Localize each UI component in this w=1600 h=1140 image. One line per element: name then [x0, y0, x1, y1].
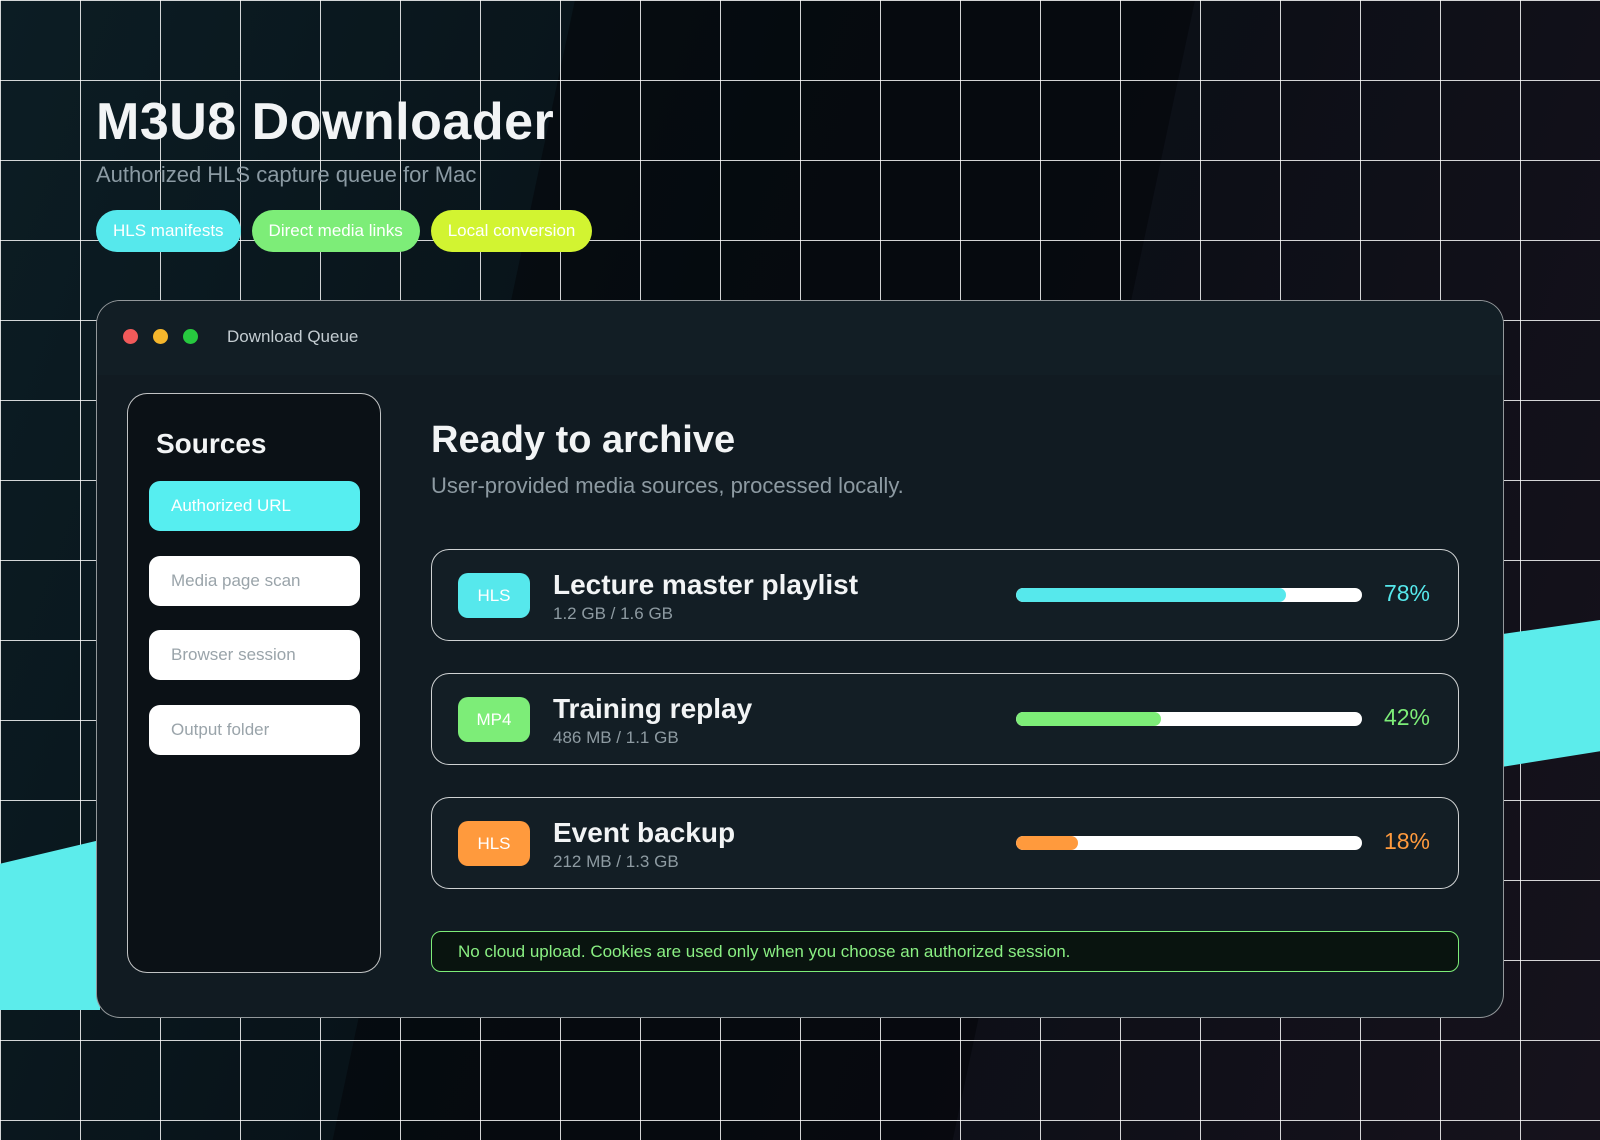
source-media-page-scan-button[interactable]: Media page scan [149, 556, 360, 606]
minimize-window-button[interactable] [153, 329, 168, 344]
privacy-notice: No cloud upload. Cookies are used only w… [431, 931, 1459, 972]
sidebar-heading: Sources [156, 428, 267, 459]
format-badge: HLS [458, 573, 530, 618]
window-title: Download Queue [227, 327, 359, 346]
progress-fill [1016, 836, 1079, 850]
main-title: Ready to archive [431, 419, 736, 461]
progress-percent: 18% [1383, 828, 1430, 854]
close-window-button[interactable] [123, 329, 138, 344]
hero-header: M3U8 Downloader Authorized HLS capture q… [96, 92, 593, 252]
progress-bar [1016, 588, 1362, 602]
download-queue-window: Download Queue Sources Authorized URL Me… [96, 300, 1504, 1018]
download-job-row[interactable]: MP4 Training replay 486 MB / 1.1 GB 42% [431, 673, 1459, 765]
job-name: Event backup [553, 817, 736, 848]
download-job-row[interactable]: HLS Lecture master playlist 1.2 GB / 1.6… [431, 549, 1459, 641]
job-name: Lecture master playlist [553, 569, 859, 600]
window-titlebar: Download Queue [97, 301, 1503, 375]
zoom-window-button[interactable] [183, 329, 198, 344]
app-subtitle: Authorized HLS capture queue for Mac [96, 162, 477, 187]
source-output-folder-button[interactable]: Output folder [149, 705, 360, 755]
download-job-row[interactable]: HLS Event backup 212 MB / 1.3 GB 18% [431, 797, 1459, 889]
chip-hls-manifests: HLS manifests [96, 210, 241, 252]
progress-bar [1016, 836, 1362, 850]
job-size: 1.2 GB / 1.6 GB [553, 604, 674, 623]
source-browser-session-button[interactable]: Browser session [149, 630, 360, 680]
sources-sidebar: Sources Authorized URL Media page scan B… [127, 393, 381, 973]
progress-fill [1016, 712, 1162, 726]
chip-local-conversion: Local conversion [430, 210, 593, 252]
job-size: 486 MB / 1.1 GB [553, 728, 679, 747]
main-subtitle: User-provided media sources, processed l… [431, 473, 904, 498]
source-authorized-url-button[interactable]: Authorized URL [149, 481, 360, 531]
chip-direct-media-links: Direct media links [251, 210, 420, 252]
progress-fill [1016, 588, 1286, 602]
progress-bar [1016, 712, 1362, 726]
progress-percent: 42% [1383, 704, 1430, 730]
app-title: M3U8 Downloader [96, 93, 555, 151]
progress-percent: 78% [1383, 580, 1430, 606]
job-size: 212 MB / 1.3 GB [553, 852, 679, 871]
job-name: Training replay [553, 693, 753, 724]
background-accent-left [0, 840, 100, 1010]
format-badge: HLS [458, 821, 530, 866]
feature-chips: HLS manifests Direct media links Local c… [96, 210, 593, 252]
format-badge: MP4 [458, 697, 530, 742]
